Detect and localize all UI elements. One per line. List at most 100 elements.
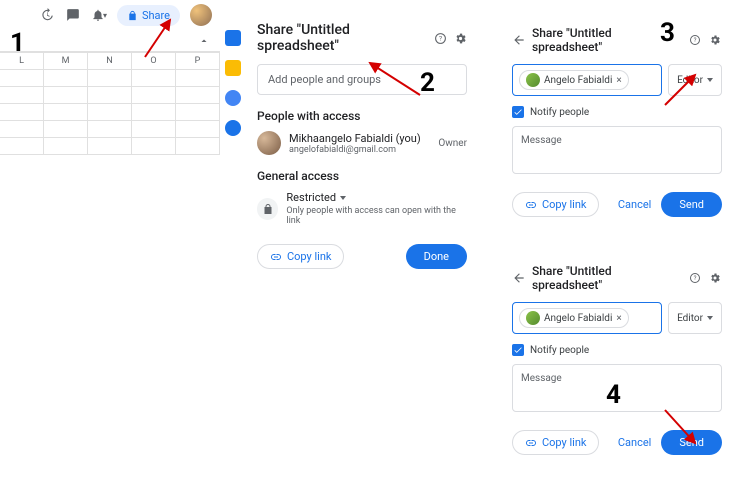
cell[interactable] xyxy=(0,70,44,86)
cell[interactable] xyxy=(0,87,44,103)
col-header[interactable]: N xyxy=(88,53,132,69)
cell[interactable] xyxy=(176,121,220,137)
people-heading: People with access xyxy=(257,109,467,123)
help-icon[interactable]: ? xyxy=(688,33,702,47)
calendar-icon[interactable] xyxy=(225,30,241,46)
back-icon[interactable] xyxy=(512,271,526,285)
col-header[interactable]: P xyxy=(176,53,220,69)
cell[interactable] xyxy=(88,104,132,120)
notify-row[interactable]: Notify people xyxy=(512,344,722,356)
gear-icon[interactable] xyxy=(453,31,467,45)
done-button[interactable]: Done xyxy=(406,244,467,269)
cancel-button[interactable]: Cancel xyxy=(618,436,651,449)
contacts-icon[interactable] xyxy=(225,120,241,136)
chevron-down-icon xyxy=(340,196,346,200)
send-button[interactable]: Send xyxy=(661,430,722,455)
keep-icon[interactable] xyxy=(225,60,241,76)
tasks-icon[interactable] xyxy=(225,90,241,106)
col-header[interactable]: M xyxy=(44,53,88,69)
chevron-down-icon xyxy=(707,316,713,320)
chip-name: Angelo Fabialdi xyxy=(544,313,612,324)
notify-row[interactable]: Notify people xyxy=(512,106,722,118)
chip-name: Angelo Fabialdi xyxy=(544,75,612,86)
secondary-toolbar xyxy=(0,30,220,52)
notify-checkbox[interactable] xyxy=(512,344,524,356)
notify-checkbox[interactable] xyxy=(512,106,524,118)
cell[interactable] xyxy=(0,104,44,120)
restricted-subtext: Only people with access can open with th… xyxy=(286,206,467,226)
spreadsheet-snippet: ▾ Share L M N O P xyxy=(0,0,220,155)
copy-link-button[interactable]: Copy link xyxy=(257,244,344,269)
help-icon[interactable]: ? xyxy=(433,31,447,45)
chip-remove-icon[interactable]: × xyxy=(616,313,621,324)
chip-remove-icon[interactable]: × xyxy=(616,75,621,86)
cell[interactable] xyxy=(44,138,88,154)
cell[interactable] xyxy=(0,138,44,154)
lock-circle-icon xyxy=(257,198,278,220)
grid-rows xyxy=(0,70,220,155)
role-dropdown[interactable]: Editor xyxy=(668,64,722,96)
cell[interactable] xyxy=(132,104,176,120)
cell[interactable] xyxy=(132,70,176,86)
cell[interactable] xyxy=(0,121,44,137)
cell[interactable] xyxy=(44,87,88,103)
chip-avatar xyxy=(526,311,540,325)
people-chip-input[interactable]: Angelo Fabialdi × xyxy=(512,302,662,334)
lock-icon xyxy=(127,10,138,21)
comment-icon[interactable] xyxy=(65,7,81,23)
help-icon[interactable]: ? xyxy=(688,271,702,285)
general-access-row[interactable]: Restricted Only people with access can o… xyxy=(257,191,467,226)
person-chip[interactable]: Angelo Fabialdi × xyxy=(519,70,629,90)
cell[interactable] xyxy=(176,138,220,154)
account-avatar[interactable] xyxy=(190,4,212,26)
owner-label: Owner xyxy=(438,138,467,149)
send-button[interactable]: Send xyxy=(661,192,722,217)
cell[interactable] xyxy=(176,104,220,120)
step-4-label: 4 xyxy=(606,380,621,410)
share-dialog-send: Share "Untitled spreadsheet" ? Angelo Fa… xyxy=(512,258,722,455)
share-button[interactable]: Share xyxy=(117,5,180,26)
person-chip[interactable]: Angelo Fabialdi × xyxy=(519,308,629,328)
history-icon[interactable] xyxy=(39,7,55,23)
person-row: Mikhaangelo Fabialdi (you) angelofabiald… xyxy=(257,131,467,155)
cell[interactable] xyxy=(44,70,88,86)
svg-text:?: ? xyxy=(694,37,697,44)
person-avatar xyxy=(257,131,281,155)
chevron-down-icon xyxy=(707,78,713,82)
restricted-label: Restricted xyxy=(286,191,336,204)
cell[interactable] xyxy=(88,138,132,154)
cell[interactable] xyxy=(176,87,220,103)
copy-link-button[interactable]: Copy link xyxy=(512,192,599,217)
cell[interactable] xyxy=(88,121,132,137)
add-people-input[interactable]: Add people and groups xyxy=(257,64,467,95)
svg-text:?: ? xyxy=(438,34,441,42)
cancel-button[interactable]: Cancel xyxy=(618,198,651,211)
cell[interactable] xyxy=(88,87,132,103)
cell[interactable] xyxy=(176,70,220,86)
back-icon[interactable] xyxy=(512,33,526,47)
column-headers: L M N O P xyxy=(0,52,220,70)
share-dialog-person-added: Share "Untitled spreadsheet" ? Angelo Fa… xyxy=(512,20,722,217)
step-1-label: 1 xyxy=(10,28,25,58)
cell[interactable] xyxy=(88,70,132,86)
cell[interactable] xyxy=(132,87,176,103)
person-email: angelofabialdi@gmail.com xyxy=(289,145,421,155)
bell-icon[interactable]: ▾ xyxy=(91,7,107,23)
cell[interactable] xyxy=(44,104,88,120)
link-icon xyxy=(270,251,282,263)
add-people-placeholder: Add people and groups xyxy=(268,73,381,86)
gear-icon[interactable] xyxy=(708,271,722,285)
share-button-label: Share xyxy=(142,9,170,22)
message-input[interactable]: Message xyxy=(512,126,722,174)
people-chip-input[interactable]: Angelo Fabialdi × xyxy=(512,64,662,96)
chevron-up-icon[interactable] xyxy=(198,35,210,47)
col-header[interactable]: O xyxy=(132,53,176,69)
role-dropdown[interactable]: Editor xyxy=(668,302,722,334)
copy-link-label: Copy link xyxy=(542,198,586,211)
gear-icon[interactable] xyxy=(708,33,722,47)
cell[interactable] xyxy=(132,121,176,137)
svg-text:?: ? xyxy=(694,275,697,282)
copy-link-button[interactable]: Copy link xyxy=(512,430,599,455)
cell[interactable] xyxy=(44,121,88,137)
cell[interactable] xyxy=(132,138,176,154)
